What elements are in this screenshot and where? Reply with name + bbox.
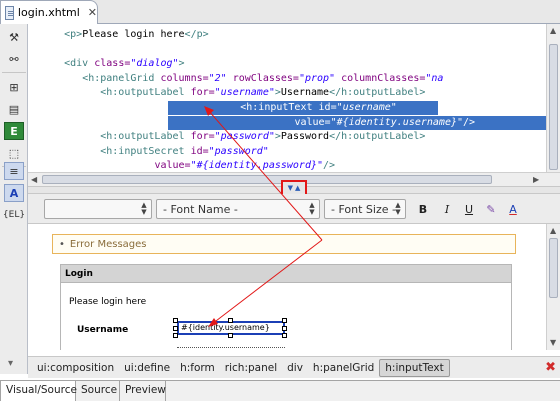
expression-icon[interactable]: {EL} <box>3 206 25 224</box>
username-label: Username <box>77 325 129 335</box>
source-line[interactable]: <h:outputLabel for="username">Username</… <box>28 86 425 100</box>
selection-handle[interactable] <box>282 333 287 338</box>
bold-button[interactable]: B <box>414 200 432 218</box>
italic-button[interactable]: I <box>438 200 456 218</box>
editor-tab-title: login.xhtml <box>17 6 80 19</box>
breadcrumb-menu-icon[interactable]: ▾ <box>8 358 13 369</box>
source-editor[interactable]: <p>Please login here</p> <div class="dia… <box>28 24 546 186</box>
formatting-toolbar: ▲ ▼ - Font Name - ▲ ▼ - Font Size - ▲ ▼ B I… <box>28 194 560 224</box>
selection-handle[interactable] <box>282 318 287 323</box>
error-messages-box[interactable]: • Error Messages <box>52 234 516 254</box>
close-icon[interactable]: ✖ <box>545 360 556 375</box>
jsf-icon[interactable]: E <box>4 122 24 140</box>
login-panel-title: Login <box>61 265 511 283</box>
scroll-thumb[interactable] <box>549 44 558 170</box>
highlight-icon[interactable]: ✎ <box>482 200 500 218</box>
scroll-up-icon[interactable]: ▲ <box>550 226 556 235</box>
error-messages-label: Error Messages <box>69 238 147 250</box>
breadcrumb-item[interactable]: h:panelGrid <box>308 360 379 376</box>
scroll-up-icon[interactable]: ▲ <box>550 26 556 35</box>
table-icon[interactable]: ⊞ <box>4 78 24 96</box>
tool-palette: ⚒ ⚯ ⊞ ▤ E ⬚ ≡ A {EL} <box>0 24 28 374</box>
form-icon[interactable]: ≡ <box>4 162 24 180</box>
page-icon[interactable]: ▤ <box>4 100 24 118</box>
tab-preview[interactable]: Preview <box>120 381 166 401</box>
xhtml-file-icon <box>5 5 14 20</box>
underline-button[interactable]: U <box>460 200 478 218</box>
font-color-icon[interactable]: A <box>504 200 522 218</box>
font-name-combo[interactable]: - Font Name - ▲ ▼ <box>156 199 320 219</box>
breadcrumb-item[interactable]: rich:panel <box>220 360 282 376</box>
source-line[interactable]: value="#{identity.username}"/> <box>168 115 546 130</box>
tab-visual-source[interactable]: Visual/Source <box>0 381 77 401</box>
login-panel[interactable]: Login Please login here Username #{ident… <box>60 264 512 350</box>
selection-handle[interactable] <box>282 326 287 331</box>
spinner-icon: ▲ ▼ <box>395 201 401 216</box>
editor-mode-tabs: Visual/Source Source Preview <box>0 380 560 401</box>
breadcrumb-item[interactable]: ui:composition <box>32 360 119 376</box>
breadcrumb-item-selected[interactable]: h:inputText <box>379 358 450 377</box>
font-name-value: - Font Name - <box>163 202 238 216</box>
selection-handle[interactable] <box>173 326 178 331</box>
link-icon[interactable]: ⚯ <box>4 50 24 68</box>
scroll-thumb[interactable] <box>42 175 492 184</box>
tag-breadcrumb: ui:composition ui:define h:form rich:pan… <box>28 356 560 378</box>
scroll-thumb[interactable] <box>549 238 558 298</box>
breadcrumb-item[interactable]: div <box>282 360 308 376</box>
source-vertical-scrollbar[interactable]: ▲ ▼ <box>546 24 560 186</box>
bullet-icon: • <box>59 238 65 250</box>
selection-handle[interactable] <box>173 318 178 323</box>
tab-source[interactable]: Source <box>76 381 120 401</box>
scroll-right-icon[interactable]: ▶ <box>533 175 539 184</box>
visual-vertical-scrollbar[interactable]: ▲ ▼ <box>546 224 560 350</box>
selection-handle[interactable] <box>173 333 178 338</box>
spinner-icon: ▲ ▼ <box>141 201 147 216</box>
dashed-frame-icon[interactable]: ⬚ <box>4 144 24 162</box>
source-line[interactable]: <h:inputText id="username" <box>168 101 438 115</box>
hammer-icon[interactable]: ⚒ <box>4 28 24 46</box>
text-style-icon[interactable]: A <box>4 184 24 202</box>
style-combo[interactable]: ▲ ▼ <box>44 199 152 219</box>
source-line[interactable]: <h:outputLabel for="password">Password</… <box>28 130 425 144</box>
selection-handle[interactable] <box>228 318 233 323</box>
visual-editor[interactable]: • Error Messages Login Please login here… <box>28 224 546 350</box>
spinner-icon: ▲ ▼ <box>309 201 315 216</box>
editor-tab-login[interactable]: login.xhtml ✕ <box>0 0 98 24</box>
collapse-up-icon[interactable]: ▲ <box>295 184 300 192</box>
source-line[interactable]: <p>Please login here</p> <box>28 28 209 42</box>
palette-divider <box>2 72 26 73</box>
scroll-down-icon[interactable]: ▼ <box>550 338 556 347</box>
login-prompt: Please login here <box>69 297 147 307</box>
scroll-left-icon[interactable]: ◀ <box>31 175 37 184</box>
source-line[interactable]: <div class="dialog"> <box>28 57 184 71</box>
editor-tab-bar: login.xhtml ✕ <box>0 0 560 24</box>
breadcrumb-item[interactable]: h:form <box>175 360 220 376</box>
source-line[interactable]: <h:panelGrid columns="2" rowClasses="pro… <box>28 72 443 86</box>
password-input-partial[interactable] <box>177 347 285 350</box>
font-size-combo[interactable]: - Font Size - ▲ ▼ <box>324 199 406 219</box>
source-line[interactable]: <h:inputSecret id="password" <box>28 145 269 159</box>
selection-handle[interactable] <box>228 333 233 338</box>
collapse-down-icon[interactable]: ▼ <box>288 184 293 192</box>
font-size-value: - Font Size - <box>331 202 396 216</box>
close-icon[interactable]: ✕ <box>88 6 97 19</box>
breadcrumb-item[interactable]: ui:define <box>119 360 175 376</box>
